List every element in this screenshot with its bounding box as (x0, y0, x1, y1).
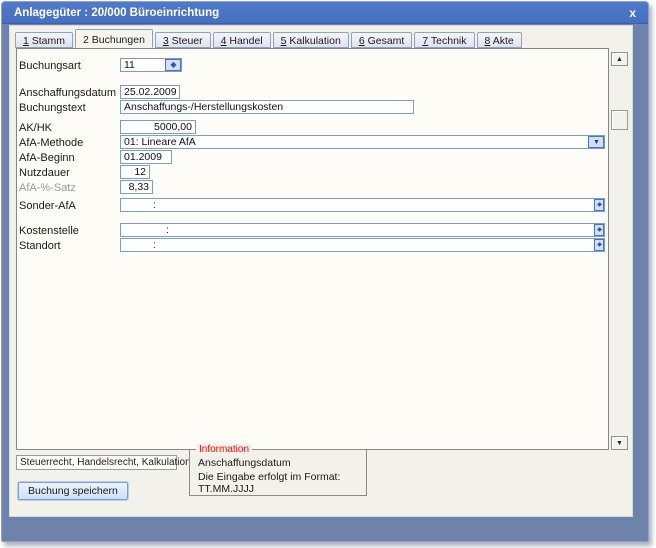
row-standort: Standort : ◆ (19, 238, 605, 252)
information-groupbox: Information Anschaffungsdatum Die Eingab… (189, 449, 367, 496)
standort-spinner-icon[interactable]: ◆ (594, 239, 604, 251)
afa-methode-value: 01: Lineare AfA (121, 136, 588, 148)
buchungsart-combobox[interactable]: 11 ◆ (120, 58, 182, 72)
status-field: Steuerrecht, Handelsrecht, Kalkulation (16, 455, 177, 470)
information-title: Information (196, 444, 252, 455)
row-buchungsart: Buchungsart 11 ◆ (19, 58, 605, 72)
tab-handel[interactable]: 4 Handel (213, 32, 271, 48)
akhk-field[interactable] (120, 120, 196, 134)
row-kostenstelle: Kostenstelle : ◆ (19, 223, 605, 237)
booking-form: Buchungsart 11 ◆ Anschaffungsdatum Buchu… (16, 48, 609, 450)
anschaffungsdatum-label: Anschaffungsdatum (19, 87, 116, 99)
tab-label: Kalkulation (287, 35, 341, 47)
akhk-label: AK/HK (19, 122, 52, 134)
close-icon[interactable]: x (629, 7, 636, 19)
afa-beginn-field[interactable] (120, 150, 172, 164)
scrollbar-thumb[interactable] (611, 110, 628, 130)
row-akhk: AK/HK (19, 120, 605, 134)
standort-combobox[interactable]: : ◆ (120, 238, 605, 252)
window-title: Anlagegüter : 20/000 Büroeinrichtung (14, 7, 219, 19)
nutzdauer-label: Nutzdauer (19, 167, 70, 179)
tab-steuer[interactable]: 3 Steuer (155, 32, 211, 48)
standort-value: : (121, 239, 594, 251)
afa-methode-label: AfA-Methode (19, 137, 83, 149)
tab-bar: 1 Stamm 2 Buchungen 3 Steuer 4 Handel 5 … (15, 29, 524, 48)
save-booking-button[interactable]: Buchung speichern (18, 482, 128, 500)
row-nutzdauer: Nutzdauer (19, 165, 605, 179)
content-panel: 1 Stamm 2 Buchungen 3 Steuer 4 Handel 5 … (9, 25, 633, 517)
information-line2: Die Eingabe erfolgt im Format: TT.MM.JJJ… (198, 471, 366, 495)
nutzdauer-field[interactable] (120, 165, 150, 179)
row-afa-beginn: AfA-Beginn (19, 150, 605, 164)
tab-stamm[interactable]: 1 Stamm (15, 32, 73, 48)
buchungstext-field[interactable] (120, 100, 414, 114)
row-anschaffungsdatum: Anschaffungsdatum (19, 85, 605, 99)
row-afa-methode: AfA-Methode 01: Lineare AfA ▼ (19, 135, 605, 149)
tab-label: Technik (428, 35, 466, 47)
buchungsart-value: 11 (121, 59, 165, 71)
buchungsart-label: Buchungsart (19, 60, 81, 72)
afa-satz-field[interactable] (120, 180, 153, 194)
anschaffungsdatum-field[interactable] (120, 85, 180, 99)
tab-label: Gesamt (365, 35, 405, 47)
buchungsart-spinner-icon[interactable]: ◆ (165, 59, 181, 71)
tab-gesamt[interactable]: 6 Gesamt (351, 32, 413, 48)
row-buchungstext: Buchungstext (19, 100, 605, 114)
tab-label: Steuer (169, 35, 203, 47)
sonder-afa-value: : (121, 199, 594, 211)
tab-buchungen[interactable]: 2 Buchungen (75, 29, 153, 48)
tab-kalkulation[interactable]: 5 Kalkulation (273, 32, 349, 48)
sonder-afa-combobox[interactable]: : ◆ (120, 198, 605, 212)
kostenstelle-value: : (121, 224, 594, 236)
tab-label: Buchungen (89, 34, 145, 46)
tab-label: Handel (226, 35, 262, 47)
scrollbar-down-button[interactable]: ▼ (611, 436, 628, 450)
kostenstelle-combobox[interactable]: : ◆ (120, 223, 605, 237)
row-sonder-afa: Sonder-AfA : ◆ (19, 198, 605, 212)
scrollbar-up-button[interactable]: ▲ (611, 52, 628, 66)
afa-beginn-label: AfA-Beginn (19, 152, 75, 164)
buchungstext-label: Buchungstext (19, 102, 86, 114)
title-bar[interactable]: Anlagegüter : 20/000 Büroeinrichtung x (2, 2, 648, 24)
kostenstelle-label: Kostenstelle (19, 225, 79, 237)
sonder-afa-spinner-icon[interactable]: ◆ (594, 199, 604, 211)
app-window: Anlagegüter : 20/000 Büroeinrichtung x 1… (1, 1, 649, 542)
scroll-up-icon: ▲ (616, 56, 623, 63)
scroll-down-icon: ▼ (616, 440, 623, 447)
standort-label: Standort (19, 240, 61, 252)
tab-label: Akte (490, 35, 513, 47)
tab-akte[interactable]: 8 Akte (477, 32, 522, 48)
afa-methode-dropdown-arrow-icon[interactable]: ▼ (588, 136, 604, 148)
tab-technik[interactable]: 7 Technik (414, 32, 474, 48)
sonder-afa-label: Sonder-AfA (19, 200, 76, 212)
afa-methode-dropdown[interactable]: 01: Lineare AfA ▼ (120, 135, 605, 149)
information-line1: Anschaffungsdatum (198, 457, 291, 469)
tab-label: Stamm (29, 35, 65, 47)
afa-satz-label: AfA-%-Satz (19, 182, 76, 194)
row-afa-satz: AfA-%-Satz (19, 180, 605, 194)
kostenstelle-spinner-icon[interactable]: ◆ (594, 224, 604, 236)
